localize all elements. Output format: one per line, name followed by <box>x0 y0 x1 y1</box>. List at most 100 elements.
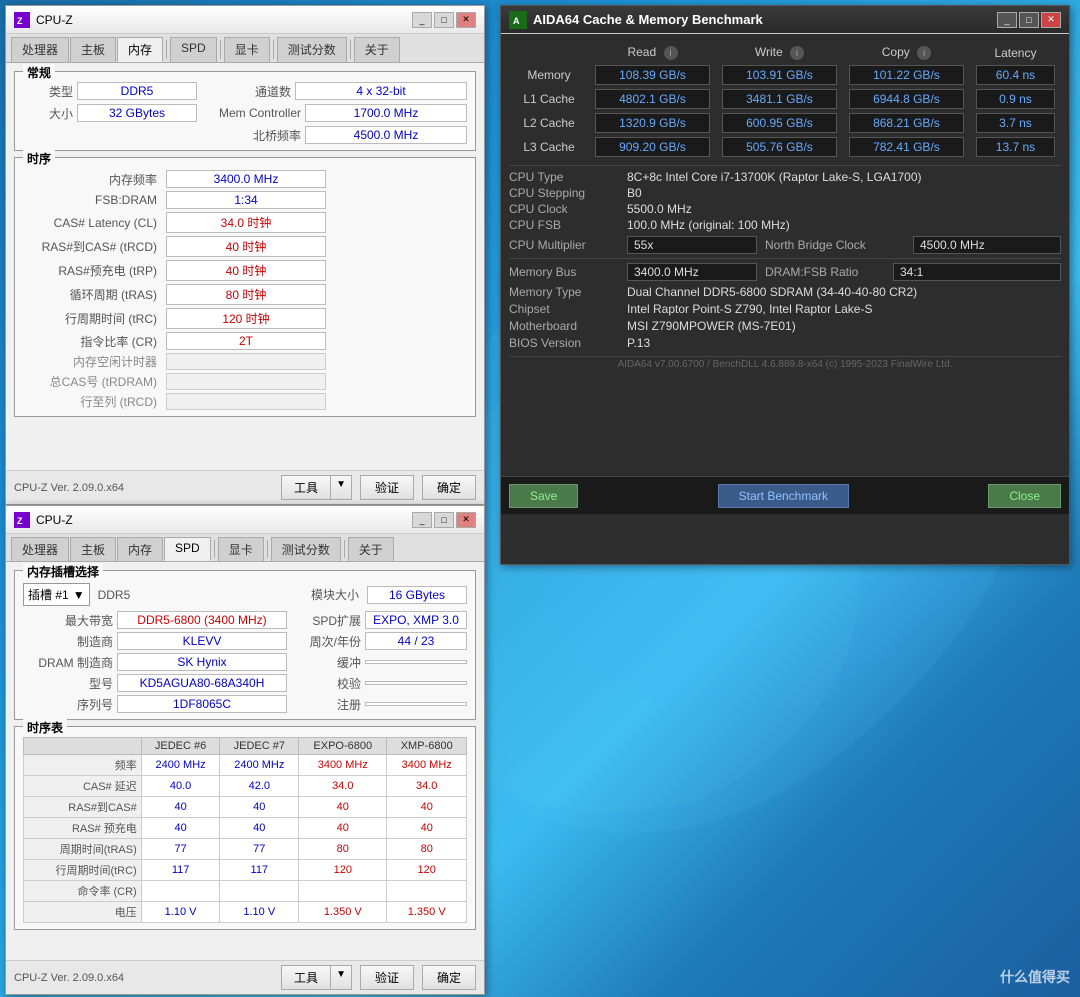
cpuz2-tools-btn[interactable]: 工具 ▼ <box>281 965 352 990</box>
spd-ext-value: EXPO, XMP 3.0 <box>365 611 467 629</box>
cpuz2-tab-memory[interactable]: 内存 <box>117 537 163 561</box>
cpu-clock-label: CPU Clock <box>509 202 619 216</box>
ras-rcd-label: RAS#到CAS# (tRCD) <box>23 238 163 255</box>
cpuz1-tools-btn[interactable]: 工具 ▼ <box>281 475 352 500</box>
size-value: 32 GBytes <box>77 104 197 122</box>
nb-freq-label: 北桥频率 <box>201 127 301 144</box>
cpuz1-tab-bench[interactable]: 测试分数 <box>277 37 347 62</box>
cpuz1-maximize[interactable]: □ <box>434 12 454 28</box>
trc-label: 行周期时间 (tRC) <box>23 310 163 327</box>
timing-row-expo: 34.0 <box>299 776 387 797</box>
buffer-value <box>365 660 467 664</box>
size-label: 大小 <box>23 105 73 122</box>
cpuz2-close[interactable]: ✕ <box>456 512 476 528</box>
cpuz1-tab-cpu[interactable]: 处理器 <box>11 37 69 62</box>
cpuz1-tabs: 处理器 主板 内存 SPD 显卡 测试分数 关于 <box>6 34 484 63</box>
buffer-label: 缓冲 <box>291 654 361 671</box>
cpuz2-maximize[interactable]: □ <box>434 512 454 528</box>
cpuz1-tab-about[interactable]: 关于 <box>354 37 400 62</box>
mfr-label: 制造商 <box>23 633 113 650</box>
timing-row-jedec6: 2400 MHz <box>141 755 220 776</box>
timing-row-xmp: 1.350 V <box>387 902 467 923</box>
freq-label: 内存频率 <box>23 171 163 188</box>
aida64-titlebar[interactable]: A AIDA64 Cache & Memory Benchmark _ □ ✕ <box>501 6 1069 34</box>
type-label: 类型 <box>23 83 73 100</box>
cpuz1-tab-spd[interactable]: SPD <box>170 37 217 62</box>
timing-row-label: 电压 <box>24 902 142 923</box>
aida-bench-copy: 6944.8 GB/s <box>843 87 970 111</box>
timing-row-xmp: 3400 MHz <box>387 755 467 776</box>
cpuz2-tab-gpu[interactable]: 显卡 <box>218 537 264 561</box>
timing-row-jedec6 <box>141 881 220 902</box>
watermark: 什么值得买 <box>1000 967 1070 987</box>
th-empty <box>24 738 142 755</box>
idle-timer-value <box>166 353 326 370</box>
general-section: 常规 类型 DDR5 通道数 4 x 32-bit 大小 32 GBytes M… <box>14 71 476 151</box>
cpu-type-label: CPU Type <box>509 170 619 184</box>
chipset-value: Intel Raptor Point-S Z790, Intel Raptor … <box>627 302 1061 316</box>
aida64-save-btn[interactable]: Save <box>509 484 578 508</box>
timing-row-jedec7: 77 <box>220 839 299 860</box>
cpuz1-minimize[interactable]: _ <box>412 12 432 28</box>
timing-row-jedec6: 40 <box>141 818 220 839</box>
cpuz1-tab-memory[interactable]: 内存 <box>117 37 163 62</box>
timing-row-expo: 80 <box>299 839 387 860</box>
aida64-close-btn[interactable]: Close <box>988 484 1061 508</box>
aida64-close[interactable]: ✕ <box>1041 12 1061 28</box>
cpuz2-tab-motherboard[interactable]: 主板 <box>70 537 116 561</box>
mfr-value: KLEVV <box>117 632 287 650</box>
cpuz2-version: CPU-Z Ver. 2.09.0.x64 <box>14 972 124 984</box>
max-bw-value: DDR5-6800 (3400 MHz) <box>117 611 287 629</box>
aida64-maximize[interactable]: □ <box>1019 12 1039 28</box>
timing-table: JEDEC #6 JEDEC #7 EXPO-6800 XMP-6800 频率2… <box>23 737 467 923</box>
cpuz2-tab-about[interactable]: 关于 <box>348 537 394 561</box>
mobo-row: Motherboard MSI Z790MPOWER (MS-7E01) <box>509 319 1061 333</box>
model-label: 型号 <box>23 675 113 692</box>
ras-rp-value: 40 时钟 <box>166 260 326 281</box>
timing-row-jedec6: 40 <box>141 797 220 818</box>
cpuz1-tools-arrow[interactable]: ▼ <box>331 475 352 500</box>
timing-title: 时序表 <box>23 719 67 736</box>
aida-bench-label: L1 Cache <box>509 87 589 111</box>
aida-bench-read: 108.39 GB/s <box>589 63 716 87</box>
cpuz2-minimize[interactable]: _ <box>412 512 432 528</box>
cpuz-memory-window: Z CPU-Z _ □ ✕ 处理器 主板 内存 SPD 显卡 测试分数 关于 常… <box>5 5 485 505</box>
aida64-start-btn[interactable]: Start Benchmark <box>718 484 849 508</box>
chipset-label: Chipset <box>509 302 619 316</box>
cpuz2-bottom-bar: CPU-Z Ver. 2.09.0.x64 工具 ▼ 验证 确定 <box>6 960 484 994</box>
cpuz1-tab-motherboard[interactable]: 主板 <box>70 37 116 62</box>
cpuz2-titlebar[interactable]: Z CPU-Z _ □ ✕ <box>6 506 484 534</box>
ras-rp-label: RAS#预充电 (tRP) <box>23 262 163 279</box>
cpuz1-titlebar[interactable]: Z CPU-Z _ □ ✕ <box>6 6 484 34</box>
timing-row-label: RAS#到CAS# <box>24 797 142 818</box>
spd-ext-label: SPD扩展 <box>291 612 361 629</box>
cpuz2-tab-cpu[interactable]: 处理器 <box>11 537 69 561</box>
aida64-content: Read i Write i Copy i Latency <box>501 34 1069 514</box>
cpuz1-tab-gpu[interactable]: 显卡 <box>224 37 270 62</box>
read-info-icon[interactable]: i <box>664 46 678 60</box>
timing-row: RAS# 预充电40404040 <box>24 818 467 839</box>
cpuz1-tools-label[interactable]: 工具 <box>281 475 331 500</box>
cpuz1-ok-btn[interactable]: 确定 <box>422 475 476 500</box>
ras-rcd-value: 40 时钟 <box>166 236 326 257</box>
cpuz-spd-window: Z CPU-Z _ □ ✕ 处理器 主板 内存 SPD 显卡 测试分数 关于 内… <box>5 505 485 995</box>
aida64-minimize[interactable]: _ <box>997 12 1017 28</box>
cpuz1-validate-btn[interactable]: 验证 <box>360 475 414 500</box>
cpuz2-validate-btn[interactable]: 验证 <box>360 965 414 990</box>
cpuz2-tab-spd[interactable]: SPD <box>164 537 211 561</box>
aida64-bottom-bar: Save Start Benchmark Close <box>501 476 1069 514</box>
copy-info-icon[interactable]: i <box>917 46 931 60</box>
slot-dropdown[interactable]: 插槽 #1 ▼ <box>23 583 90 606</box>
timing-row-xmp: 34.0 <box>387 776 467 797</box>
mem-bus-label: Memory Bus <box>509 265 619 279</box>
aida-bench-latency: 60.4 ns <box>970 63 1061 87</box>
cpuz1-close[interactable]: ✕ <box>456 12 476 28</box>
trc-value: 120 时钟 <box>166 308 326 329</box>
timing-row-expo: 40 <box>299 818 387 839</box>
cpuz2-tab-bench[interactable]: 测试分数 <box>271 537 341 561</box>
cpuz2-ok-btn[interactable]: 确定 <box>422 965 476 990</box>
write-info-icon[interactable]: i <box>790 46 804 60</box>
cpuz1-content: 常规 类型 DDR5 通道数 4 x 32-bit 大小 32 GBytes M… <box>6 63 484 483</box>
cpuz2-tools-arrow[interactable]: ▼ <box>331 965 352 990</box>
cpuz2-tools-label[interactable]: 工具 <box>281 965 331 990</box>
